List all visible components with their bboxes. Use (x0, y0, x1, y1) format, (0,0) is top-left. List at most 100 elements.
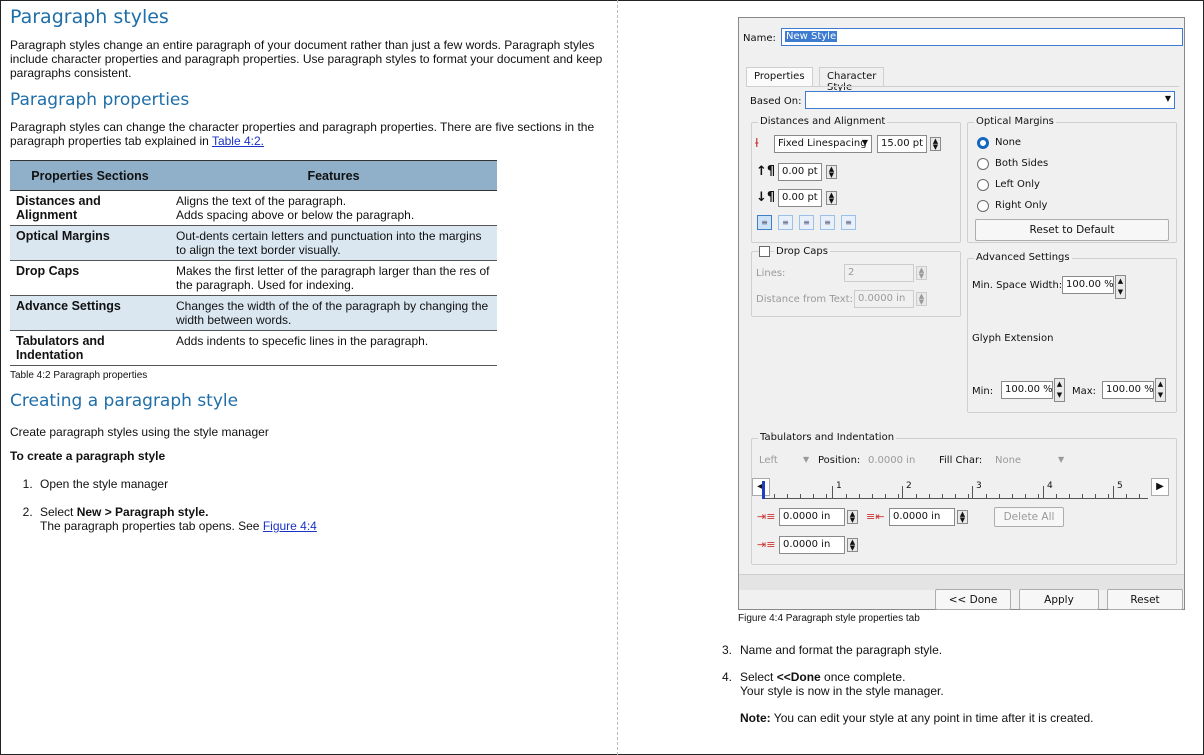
section-text: Paragraph styles can change the characte… (10, 120, 605, 148)
step-item: 3. Name and format the paragraph style. (722, 643, 1190, 657)
left-indent-spinner[interactable]: ▲ ▼ (957, 510, 968, 524)
step-number: 3. (722, 643, 733, 657)
table-cell-feature: Makes the first letter of the paragraph … (170, 260, 497, 296)
align-force-justify-button[interactable]: ≡ (841, 215, 856, 230)
note-text: You can edit your style at any point in … (770, 711, 1094, 725)
advanced-group-title: Advanced Settings (974, 252, 1072, 263)
radio-right-only[interactable] (977, 200, 989, 212)
table-cell-section: Distances and Alignment (10, 190, 170, 226)
position-input[interactable]: 0.0000 in (868, 455, 915, 466)
step-item: Select New > Paragraph style. The paragr… (36, 505, 605, 533)
first-indent-input[interactable]: 0.0000 in (779, 508, 845, 526)
radio-left-only[interactable] (977, 179, 989, 191)
table-header-row: Properties Sections Features (10, 160, 497, 191)
step-bold: <<Done (776, 670, 821, 684)
align-center-button[interactable]: ≡ (778, 215, 793, 230)
first-indent-spinner[interactable]: ▲ ▼ (847, 510, 858, 524)
optical-group-title: Optical Margins (974, 116, 1056, 127)
paragraph-style-dialog: Name: New Style Properties Character Sty… (738, 17, 1185, 610)
drop-caps-checkbox[interactable] (759, 246, 770, 257)
align-right-button[interactable]: ≡ (799, 215, 814, 230)
linespacing-spinner[interactable]: ▲ ▼ (930, 137, 941, 151)
min-space-input[interactable]: 100.00 % (1062, 276, 1114, 294)
figure-link[interactable]: Figure 4:4 (263, 519, 317, 533)
glyph-max-input[interactable]: 100.00 % (1102, 381, 1154, 399)
table-header: Properties Sections (10, 160, 170, 191)
max-label: Max: (1072, 386, 1097, 397)
ruler-marker-icon[interactable] (762, 481, 765, 499)
linespacing-mode-value: Fixed Linespacing (778, 138, 867, 149)
drop-caps-label: Drop Caps (774, 246, 830, 257)
name-input[interactable]: New Style (781, 28, 1183, 46)
lines-spinner[interactable]: ▲ ▼ (916, 266, 927, 280)
table-caption: Table 4:2 Paragraph properties (10, 370, 148, 381)
tab-type-select[interactable]: Left (759, 455, 778, 466)
fill-char-label: Fill Char: (939, 455, 983, 466)
step-bold: New > Paragraph style. (76, 505, 209, 519)
left-indent-input[interactable]: 0.0000 in (889, 508, 955, 526)
table-cell-feature: Aligns the text of the paragraph. Adds s… (170, 190, 497, 226)
table-link[interactable]: Table 4:2. (212, 134, 264, 148)
based-on-label: Based On: (750, 96, 802, 107)
tab-character-style[interactable]: Character Style (819, 67, 885, 93)
section-text-body: Paragraph styles can change the characte… (10, 120, 595, 148)
right-indent-spinner[interactable]: ▲ ▼ (847, 538, 858, 552)
align-left-button[interactable]: ≡ (757, 215, 772, 230)
space-above-input[interactable]: 0.00 pt (778, 163, 822, 181)
table-row: Drop Caps Makes the first letter of the … (10, 260, 497, 296)
chevron-down-icon: ▼ (861, 138, 868, 147)
chevron-down-icon: ▼ (1164, 94, 1171, 103)
glyph-min-spinner[interactable]: ▲ ▼ (1054, 378, 1065, 402)
glyph-min-input[interactable]: 100.00 % (1001, 381, 1053, 399)
ruler-scroll-right-button[interactable]: ▶ (1151, 478, 1169, 496)
table-cell-section: Optical Margins (10, 225, 170, 261)
ruler-number: 3 (976, 481, 982, 491)
apply-button[interactable]: Apply (1019, 589, 1099, 610)
min-space-spinner[interactable]: ▲ ▼ (1115, 275, 1126, 299)
radio-none[interactable] (977, 137, 989, 149)
glyph-extension-label: Glyph Extension (972, 333, 1054, 344)
ruler-number: 2 (906, 481, 912, 491)
distance-input[interactable]: 0.0000 in (854, 290, 914, 308)
step-suffix: once complete. (820, 670, 906, 684)
name-value: New Style (785, 31, 838, 42)
space-above-icon: ↑¶ (756, 164, 776, 179)
table-cell-feature: Changes the width of the of the paragrap… (170, 295, 497, 331)
tab-properties[interactable]: Properties (746, 67, 813, 86)
distance-spinner[interactable]: ▲ ▼ (916, 292, 927, 306)
step-prefix: Select (740, 670, 777, 684)
tab-ruler[interactable]: 1 2 3 4 5 (762, 481, 1148, 499)
table-row: Distances and Alignment Aligns the text … (10, 190, 497, 226)
radio-both-sides[interactable] (977, 158, 989, 170)
reset-button[interactable]: Reset (1107, 589, 1183, 610)
page-heading: Paragraph styles (10, 6, 169, 28)
linespacing-mode-select[interactable]: Fixed Linespacing ▼ (774, 135, 872, 153)
min-space-label: Min. Space Width: (972, 280, 1063, 291)
done-button[interactable]: << Done (935, 589, 1011, 610)
based-on-select[interactable]: ▼ (805, 91, 1175, 109)
procedure-steps-continued: 3. Name and format the paragraph style. … (722, 643, 1190, 738)
tab-panel-border (746, 86, 1179, 87)
lines-input[interactable]: 2 (844, 264, 914, 282)
space-below-spinner[interactable]: ▲ ▼ (826, 191, 837, 205)
distances-group-title: Distances and Alignment (758, 116, 888, 127)
reset-to-default-button[interactable]: Reset to Default (975, 219, 1169, 241)
space-below-input[interactable]: 0.00 pt (778, 189, 822, 207)
space-above-spinner[interactable]: ▲ ▼ (826, 165, 837, 179)
table-cell-section: Tabulators and Indentation (10, 330, 170, 366)
linespacing-value-input[interactable]: 15.00 pt (877, 135, 927, 153)
dialog-separator (739, 574, 1184, 590)
right-indent-input[interactable]: 0.0000 in (779, 536, 845, 554)
delete-all-button[interactable]: Delete All (994, 507, 1064, 527)
left-indent-icon: ≡⇤ (866, 510, 885, 523)
section-heading: Paragraph properties (10, 90, 190, 110)
fill-char-select[interactable]: None (995, 455, 1021, 466)
properties-table: Properties Sections Features Distances a… (10, 160, 497, 366)
align-justify-button[interactable]: ≡ (820, 215, 835, 230)
left-page: Paragraph styles Paragraph styles change… (10, 6, 605, 547)
space-below-icon: ↓¶ (756, 190, 776, 205)
procedure-title: To create a paragraph style (10, 449, 166, 463)
note: Note: You can edit your style at any poi… (740, 711, 1190, 725)
tabulators-group-title: Tabulators and Indentation (758, 432, 897, 443)
glyph-max-spinner[interactable]: ▲ ▼ (1155, 378, 1166, 402)
